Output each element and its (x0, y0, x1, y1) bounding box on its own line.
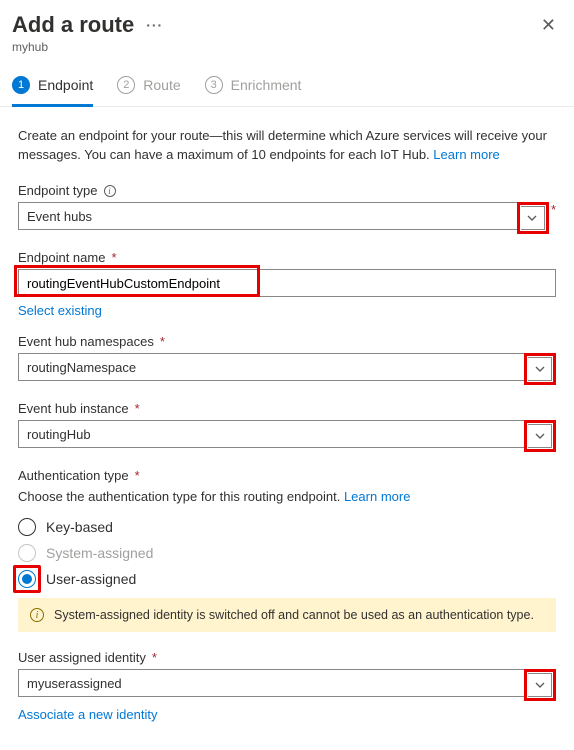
required-indicator: * (160, 334, 165, 349)
tab-number: 3 (205, 76, 223, 94)
tab-enrichment[interactable]: 3 Enrichment (205, 68, 302, 107)
radio-key-based[interactable] (18, 518, 36, 536)
resource-subtitle: myhub (12, 40, 535, 54)
user-identity-select[interactable]: myuserassigned (18, 669, 526, 697)
tab-label: Enrichment (231, 77, 302, 93)
info-banner-text: System-assigned identity is switched off… (54, 608, 534, 622)
learn-more-link[interactable]: Learn more (433, 147, 499, 162)
required-indicator: * (111, 250, 116, 265)
instance-label: Event hub instance (18, 401, 129, 416)
chevron-down-icon[interactable] (528, 357, 552, 381)
info-banner: i System-assigned identity is switched o… (18, 598, 556, 632)
info-icon: i (30, 608, 44, 622)
tab-endpoint[interactable]: 1 Endpoint (12, 68, 93, 107)
info-icon[interactable]: i (104, 185, 116, 197)
page-title: Add a route (12, 12, 134, 38)
endpoint-type-value: Event hubs (27, 209, 92, 224)
auth-learn-more-link[interactable]: Learn more (344, 489, 410, 504)
radio-system-assigned (18, 544, 36, 562)
chevron-down-icon[interactable] (521, 206, 545, 230)
namespace-value: routingNamespace (27, 360, 136, 375)
endpoint-name-label: Endpoint name (18, 250, 105, 265)
intro-text: Create an endpoint for your route—this w… (18, 127, 556, 165)
associate-identity-link[interactable]: Associate a new identity (18, 707, 157, 722)
required-indicator: * (135, 401, 140, 416)
required-indicator: * (152, 650, 157, 665)
tab-route[interactable]: 2 Route (117, 68, 180, 107)
auth-type-description: Choose the authentication type for this … (18, 489, 344, 504)
required-indicator: * (135, 468, 140, 483)
required-indicator: * (551, 202, 556, 234)
tab-label: Route (143, 77, 180, 93)
select-existing-link[interactable]: Select existing (18, 303, 102, 318)
endpoint-name-input[interactable] (18, 269, 556, 297)
radio-system-assigned-label: System-assigned (46, 545, 153, 561)
radio-key-based-label: Key-based (46, 519, 113, 535)
wizard-tabs: 1 Endpoint 2 Route 3 Enrichment (0, 68, 574, 107)
tab-number: 1 (12, 76, 30, 94)
more-icon[interactable]: ··· (146, 17, 163, 34)
chevron-down-icon[interactable] (528, 424, 552, 448)
radio-user-assigned[interactable] (18, 570, 36, 588)
user-identity-label: User assigned identity (18, 650, 146, 665)
endpoint-type-select[interactable]: Event hubs (18, 202, 519, 230)
user-identity-value: myuserassigned (27, 676, 122, 691)
instance-value: routingHub (27, 427, 91, 442)
chevron-down-icon[interactable] (528, 673, 552, 697)
instance-select[interactable]: routingHub (18, 420, 526, 448)
endpoint-type-label: Endpoint type (18, 183, 98, 198)
tab-number: 2 (117, 76, 135, 94)
tab-label: Endpoint (38, 77, 93, 93)
namespace-label: Event hub namespaces (18, 334, 154, 349)
radio-user-assigned-label: User-assigned (46, 571, 136, 587)
close-icon[interactable]: ✕ (535, 12, 562, 38)
namespace-select[interactable]: routingNamespace (18, 353, 526, 381)
highlight-box (13, 565, 41, 593)
auth-type-label: Authentication type (18, 468, 129, 483)
